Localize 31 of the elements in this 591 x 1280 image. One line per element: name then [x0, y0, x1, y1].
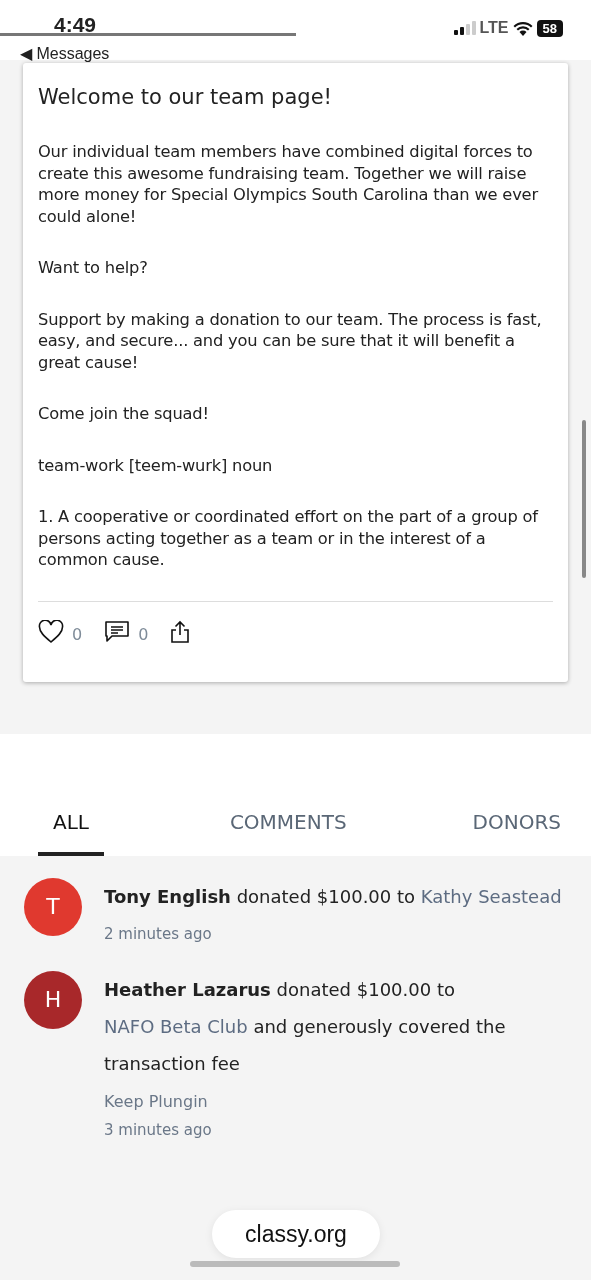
battery-level: 58 — [536, 19, 563, 37]
post-paragraph: team-work [teem-wurk] noun — [38, 454, 274, 476]
comment-icon[interactable] — [104, 619, 131, 644]
like-count: 0 — [72, 624, 83, 644]
donation-text: Tony English donated $100.00 to Kathy Seastead — [104, 884, 562, 909]
avatar-initial: T — [24, 877, 82, 936]
back-link[interactable]: ◀ Messages — [20, 44, 110, 63]
status-time: 4:49 — [54, 14, 98, 36]
feed-tab[interactable]: COMMENTS — [229, 801, 347, 856]
heart-icon[interactable] — [38, 619, 64, 644]
post-title: Welcome to our team page! — [38, 85, 333, 109]
post-paragraph: Want to help? — [38, 257, 149, 279]
wifi-icon — [512, 20, 533, 36]
recipient-link[interactable]: NAFO Beta Club — [104, 1015, 248, 1037]
signal-icon — [453, 21, 476, 35]
url-pill[interactable]: classy.org — [212, 1210, 380, 1258]
network-label: LTE — [479, 19, 509, 37]
donation-message: Keep Plungin — [104, 1091, 209, 1111]
post-paragraph: Support by making a donation to our team. The process is fast, easy, and secure... and you can be sure that it will benefit a great cause! — [38, 308, 543, 373]
share-icon[interactable] — [170, 619, 191, 644]
feed-tab[interactable]: ALL — [38, 801, 104, 856]
recipient-link[interactable]: Kathy Seastead — [420, 885, 562, 907]
post-paragraph: Come join the squad! — [38, 403, 210, 425]
donation-text: Heather Lazarus donated $100.00 to NAFO Beta Club and generously covered the transaction fee — [104, 977, 507, 1076]
comment-count: 0 — [138, 624, 149, 644]
timestamp: 2 minutes ago — [104, 924, 213, 943]
feed-tab[interactable]: DONORS — [472, 801, 561, 856]
post-paragraph: 1. A cooperative or coordinated effort on the part of a group of persons acting together as a team or in the interest of a common cause. — [38, 506, 540, 571]
avatar-initial: H — [24, 970, 82, 1029]
post-paragraph: Our individual team members have combined digital forces to create this awesome fundraising team. Together we will raise more money for Special Olympics South Carolina than we ever could alone! — [38, 141, 540, 227]
timestamp: 3 minutes ago — [104, 1120, 213, 1139]
